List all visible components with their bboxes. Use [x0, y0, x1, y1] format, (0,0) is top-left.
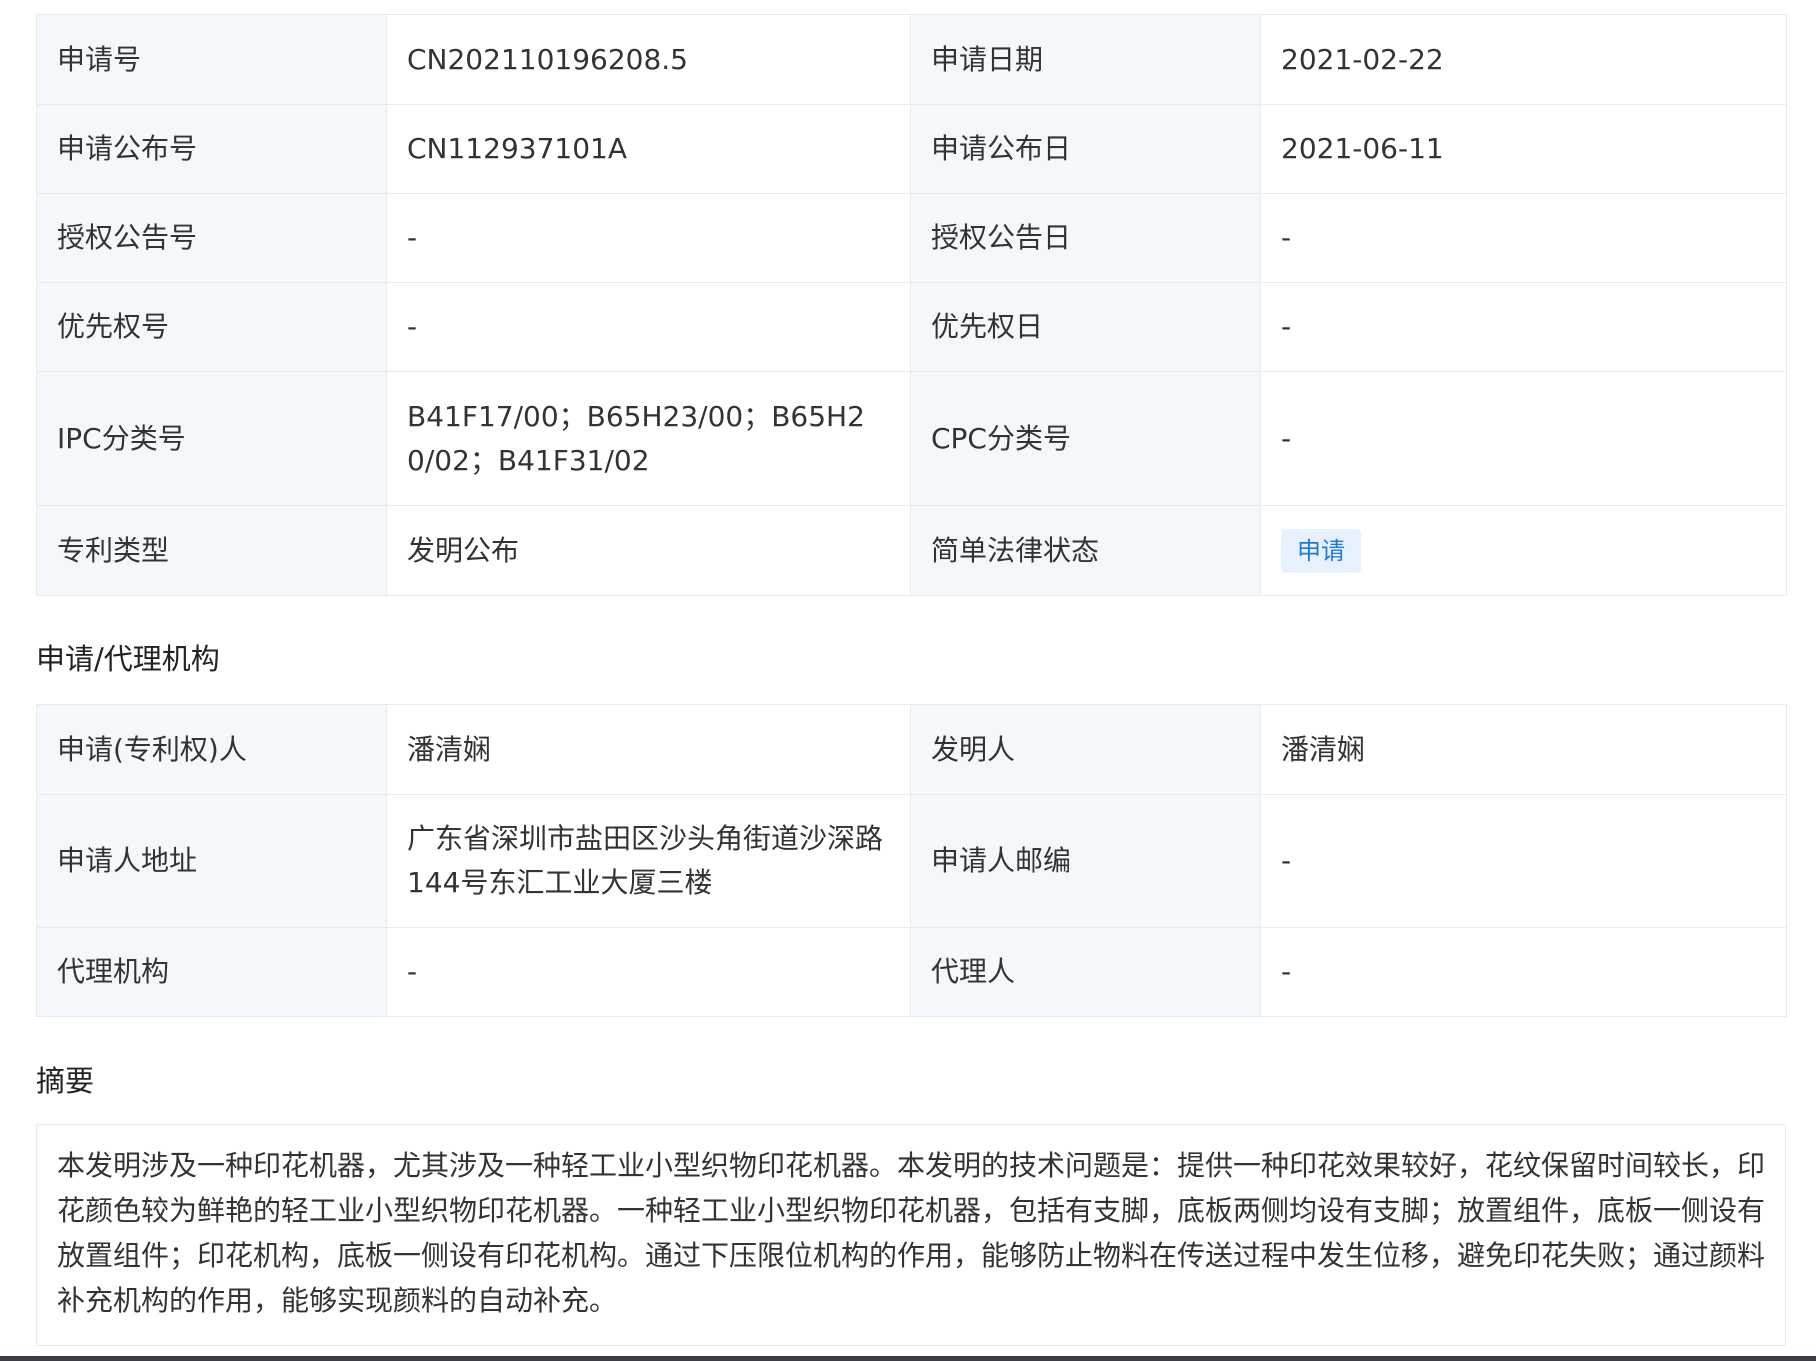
agency-label: 代理机构	[36, 927, 387, 1017]
priority-date-label: 优先权日	[910, 282, 1261, 372]
application-number-label: 申请号	[36, 14, 387, 105]
status-badge: 申请	[1281, 529, 1361, 573]
application-date-value: 2021-02-22	[1260, 14, 1787, 105]
grant-number-value: -	[386, 193, 911, 283]
basic-info-table: 申请号 CN202110196208.5 申请日期 2021-02-22 申请公…	[36, 14, 1787, 596]
agent-label: 代理人	[910, 927, 1261, 1017]
applicant-section-title: 申请/代理机构	[36, 642, 220, 676]
applicant-address-value: 广东省深圳市盐田区沙头角街道沙深路144号东汇工业大厦三楼	[386, 794, 911, 928]
bottom-divider	[0, 1356, 1816, 1361]
table-row: 申请号 CN202110196208.5 申请日期 2021-02-22	[36, 14, 1787, 105]
grant-number-label: 授权公告号	[36, 193, 387, 283]
agent-value: -	[1260, 927, 1787, 1017]
agency-value: -	[386, 927, 911, 1017]
cpc-class-value: -	[1260, 371, 1787, 506]
table-row: 授权公告号 - 授权公告日 -	[36, 193, 1787, 283]
table-row: 申请公布号 CN112937101A 申请公布日 2021-06-11	[36, 104, 1787, 194]
ipc-class-label: IPC分类号	[36, 371, 387, 506]
patent-detail-page: 申请号 CN202110196208.5 申请日期 2021-02-22 申请公…	[0, 0, 1816, 1361]
applicant-info-table: 申请(专利权)人 潘清娴 发明人 潘清娴 申请人地址 广东省深圳市盐田区沙头角街…	[36, 704, 1787, 1017]
applicant-value: 潘清娴	[386, 704, 911, 795]
publication-number-label: 申请公布号	[36, 104, 387, 194]
table-row: IPC分类号 B41F17/00；B65H23/00；B65H20/02；B41…	[36, 371, 1787, 506]
applicant-address-label: 申请人地址	[36, 794, 387, 928]
grant-date-label: 授权公告日	[910, 193, 1261, 283]
priority-date-value: -	[1260, 282, 1787, 372]
publication-date-label: 申请公布日	[910, 104, 1261, 194]
patent-type-value: 发明公布	[386, 505, 911, 596]
application-number-value: CN202110196208.5	[386, 14, 911, 105]
table-row: 申请人地址 广东省深圳市盐田区沙头角街道沙深路144号东汇工业大厦三楼 申请人邮…	[36, 794, 1787, 928]
cpc-class-label: CPC分类号	[910, 371, 1261, 506]
legal-status-label: 简单法律状态	[910, 505, 1261, 596]
table-row: 专利类型 发明公布 简单法律状态 申请	[36, 505, 1787, 596]
publication-number-value: CN112937101A	[386, 104, 911, 194]
grant-date-value: -	[1260, 193, 1787, 283]
patent-type-label: 专利类型	[36, 505, 387, 596]
table-row: 申请(专利权)人 潘清娴 发明人 潘清娴	[36, 704, 1787, 795]
priority-number-label: 优先权号	[36, 282, 387, 372]
applicant-zipcode-value: -	[1260, 794, 1787, 928]
priority-number-value: -	[386, 282, 911, 372]
inventor-value: 潘清娴	[1260, 704, 1787, 795]
legal-status-cell: 申请	[1260, 505, 1787, 596]
table-row: 代理机构 - 代理人 -	[36, 927, 1787, 1017]
publication-date-value: 2021-06-11	[1260, 104, 1787, 194]
inventor-label: 发明人	[910, 704, 1261, 795]
applicant-label: 申请(专利权)人	[36, 704, 387, 795]
ipc-class-value: B41F17/00；B65H23/00；B65H20/02；B41F31/02	[386, 371, 911, 506]
table-row: 优先权号 - 优先权日 -	[36, 282, 1787, 372]
applicant-zipcode-label: 申请人邮编	[910, 794, 1261, 928]
abstract-section-title: 摘要	[36, 1064, 95, 1098]
abstract-text: 本发明涉及一种印花机器，尤其涉及一种轻工业小型织物印花机器。本发明的技术问题是：…	[36, 1124, 1786, 1346]
application-date-label: 申请日期	[910, 14, 1261, 105]
